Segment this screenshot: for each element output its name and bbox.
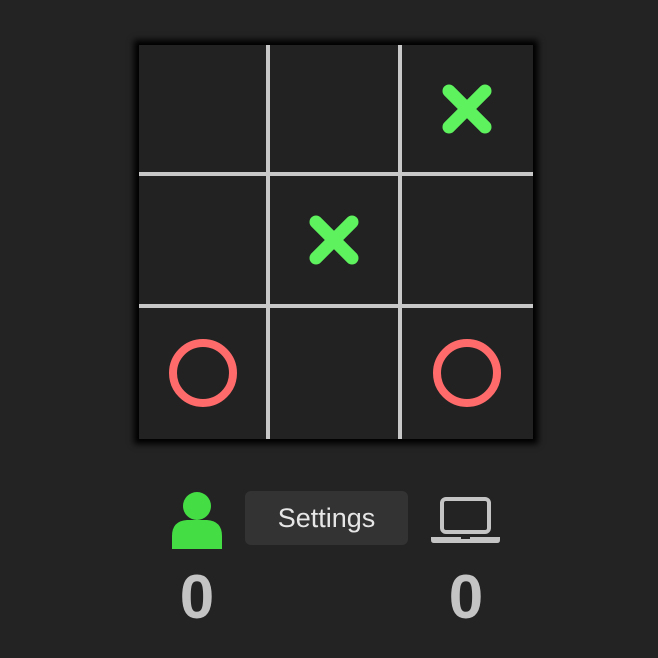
board-cell[interactable] bbox=[270, 45, 402, 177]
player-score: 0 bbox=[179, 563, 215, 632]
board-cell[interactable] bbox=[401, 176, 533, 308]
board-cell[interactable] bbox=[139, 45, 271, 177]
x-mark-icon bbox=[306, 212, 362, 268]
o-mark-icon bbox=[167, 337, 239, 409]
game-board bbox=[139, 45, 533, 439]
x-mark-icon bbox=[439, 81, 495, 137]
board-cell[interactable] bbox=[270, 307, 402, 439]
board-cell[interactable] bbox=[401, 45, 533, 177]
game-screen: Settings 0 0 bbox=[0, 0, 658, 658]
settings-button[interactable]: Settings bbox=[245, 491, 408, 545]
o-mark-icon bbox=[431, 337, 503, 409]
board-cell[interactable] bbox=[139, 176, 271, 308]
settings-label: Settings bbox=[277, 502, 376, 533]
controls-bar: Settings bbox=[0, 491, 658, 549]
board-cell[interactable] bbox=[270, 176, 402, 308]
computer-score: 0 bbox=[448, 563, 484, 632]
board-cell[interactable] bbox=[139, 307, 271, 439]
laptop-icon bbox=[430, 497, 501, 545]
user-icon bbox=[170, 491, 224, 549]
board-cell[interactable] bbox=[402, 308, 533, 439]
